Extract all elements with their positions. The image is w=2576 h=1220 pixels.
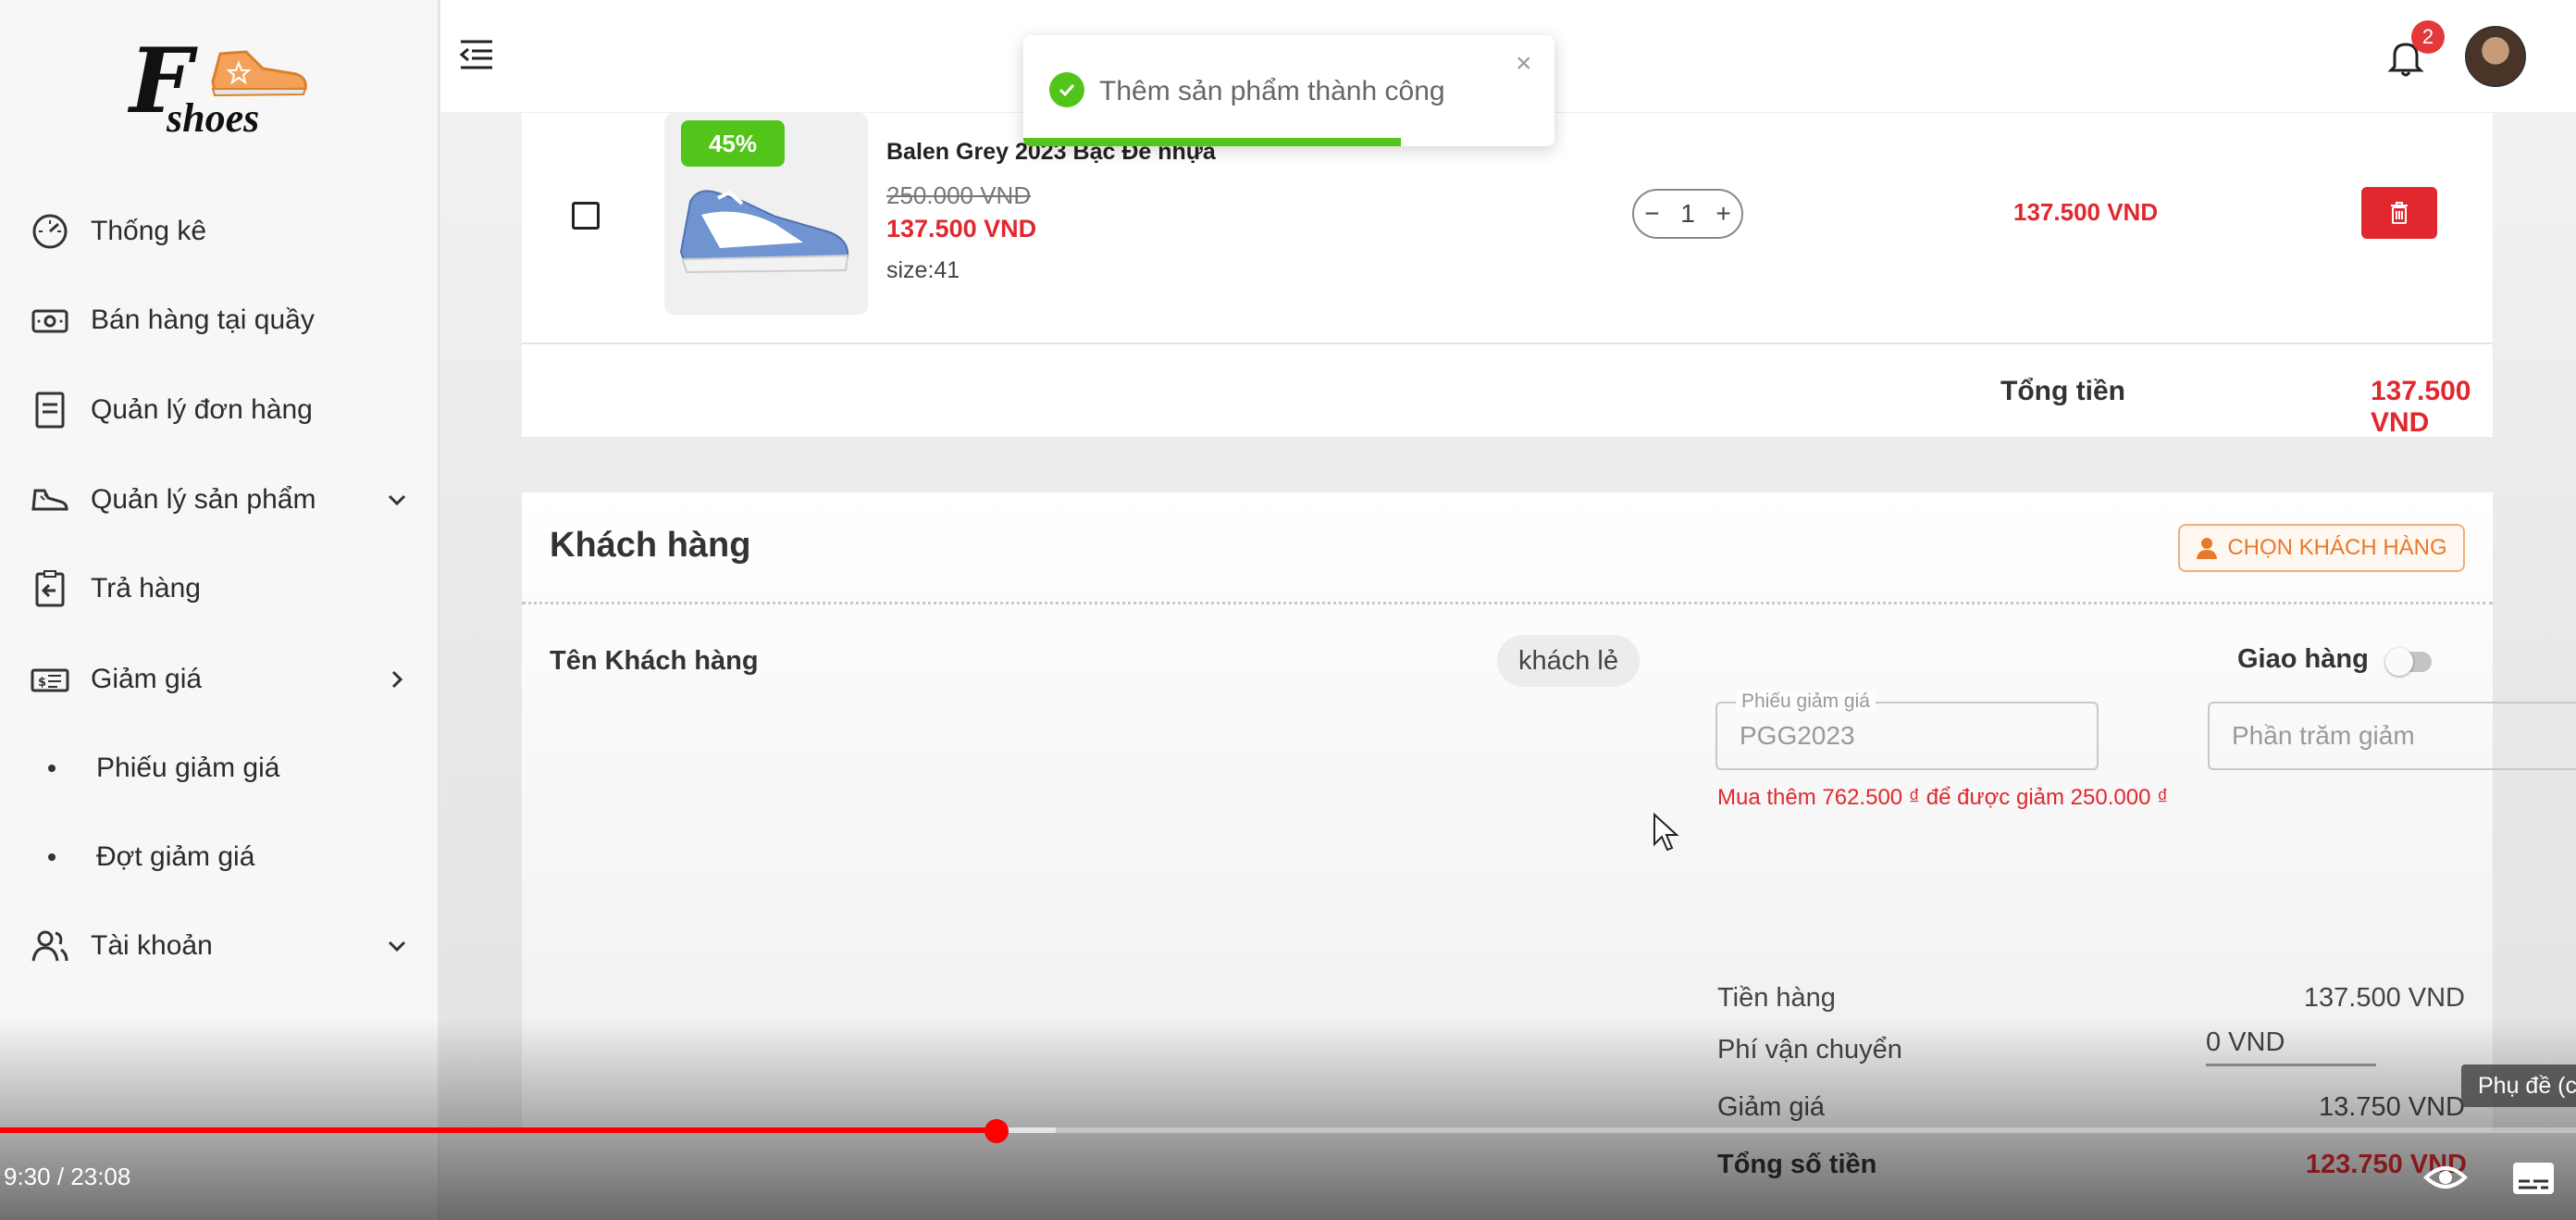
- sidebar-item-label: Trả hàng: [91, 573, 201, 604]
- divider: [522, 342, 2493, 344]
- quantity-decrease-button[interactable]: −: [1644, 199, 1659, 229]
- toast-progress-bar: [1023, 138, 1401, 146]
- sidebar-item-label: Bán hàng tại quầy: [91, 305, 315, 335]
- sidebar-item-label: Quản lý đơn hàng: [91, 394, 313, 425]
- sidebar-item-label: Tài khoản: [91, 930, 213, 961]
- video-played-bar: [0, 1127, 997, 1133]
- toast-message: Thêm sản phẩm thành công: [1099, 76, 1445, 106]
- check-circle-icon: [1049, 72, 1084, 107]
- eye-icon[interactable]: [2422, 1157, 2469, 1198]
- voucher-hint: Mua thêm 762.500 ₫ để được giảm 250.000 …: [1717, 785, 2169, 810]
- cart-card: 45% Balen Grey 2023 Bạc Đế nhựa 250.000 …: [522, 113, 2493, 438]
- delete-item-button[interactable]: [2361, 187, 2437, 239]
- line-total: 137.500 VND: [2013, 198, 2159, 226]
- item-select-checkbox[interactable]: [572, 202, 600, 230]
- sidebar-subitem-dot-giam-gia[interactable]: Đợt giảm giá: [0, 820, 440, 894]
- sidebar-item-giam-gia[interactable]: $ Giảm giá: [0, 642, 440, 716]
- logo-word: shoes: [167, 95, 260, 141]
- mouse-cursor-icon: [1653, 813, 1679, 852]
- chevron-down-icon: [388, 940, 406, 952]
- cart-total-value: 137.500 VND: [2371, 376, 2471, 438]
- sidebar-item-quan-ly-don-hang[interactable]: Quản lý đơn hàng: [0, 373, 440, 447]
- main-content: 45% Balen Grey 2023 Bạc Đế nhựa 250.000 …: [440, 113, 2576, 1131]
- shipping-fee-input[interactable]: 0 VND: [2206, 1022, 2376, 1066]
- customer-name-label: Tên Khách hàng: [550, 646, 759, 676]
- sidebar-item-label: Thống kê: [91, 216, 207, 246]
- quantity-stepper: − 1 +: [1632, 189, 1743, 239]
- discount-badge: 45%: [681, 120, 785, 167]
- original-price: 250.000 VND: [886, 181, 1032, 209]
- video-timecode: 9:30 / 23:08: [4, 1163, 131, 1190]
- captions-tooltip: Phụ đề (c: [2461, 1064, 2576, 1107]
- customer-section-title: Khách hàng: [550, 526, 751, 565]
- avatar[interactable]: [2465, 26, 2526, 87]
- discount-label: Giảm giá: [1717, 1092, 1826, 1122]
- sidebar-item-label: Đợt giảm giá: [96, 841, 255, 872]
- sidebar-item-ban-hang-tai-quay[interactable]: Bán hàng tại quầy: [0, 283, 440, 357]
- grand-total-label: Tổng số tiền: [1717, 1150, 1877, 1179]
- subtotal-value: 137.500 VND: [2303, 983, 2465, 1013]
- dashboard-gauge-icon: [32, 214, 68, 249]
- trash-icon: [2391, 202, 2408, 224]
- sidebar-item-thong-ke[interactable]: Thống kê: [0, 194, 440, 268]
- shoe-icon: [31, 489, 68, 511]
- quantity-value[interactable]: 1: [1680, 199, 1695, 229]
- customer-card: Khách hàng CHỌN KHÁCH HÀNG Tên Khách hàn…: [522, 492, 2576, 1131]
- voucher-input[interactable]: [1717, 703, 2097, 768]
- shipping-toggle[interactable]: [2385, 648, 2432, 676]
- bullet-dot: [48, 765, 56, 772]
- sidebar-item-label: Giảm giá: [91, 664, 203, 694]
- fshoes-logo[interactable]: F shoes: [130, 37, 315, 141]
- discount-value: 13.750 VND: [2319, 1092, 2465, 1122]
- sidebar: F shoes Thống kê Bán hàng tại quầy Quản …: [0, 0, 440, 1220]
- sidebar-item-quan-ly-san-pham[interactable]: Quản lý sản phẩm: [0, 463, 440, 537]
- shipping-fee-label: Phí vận chuyển: [1717, 1035, 1902, 1064]
- sidebar-item-tra-hang[interactable]: Trả hàng: [0, 552, 440, 626]
- chevron-right-icon: [391, 670, 403, 689]
- quantity-increase-button[interactable]: +: [1715, 199, 1730, 229]
- bullet-dot: [48, 853, 56, 861]
- notification-badge: 2: [2411, 20, 2445, 54]
- collapse-menu-icon[interactable]: [459, 39, 494, 70]
- discount-ticket-icon: $: [31, 668, 69, 692]
- cart-total-label: Tổng tiền: [2000, 376, 2125, 406]
- users-icon: [31, 930, 68, 962]
- voucher-field-label: Phiếu giảm giá: [1736, 691, 1876, 713]
- return-icon: [35, 570, 65, 607]
- sidebar-item-label: Quản lý sản phẩm: [91, 484, 316, 515]
- subtotal-label: Tiền hàng: [1717, 983, 1836, 1013]
- sidebar-item-label: Phiếu giảm giá: [96, 753, 280, 783]
- logo-shoe-icon: [211, 50, 307, 97]
- sale-price: 137.500 VND: [886, 215, 1037, 243]
- document-icon: [35, 392, 65, 429]
- choose-customer-label: CHỌN KHÁCH HÀNG: [2227, 535, 2447, 560]
- percent-field: [2208, 702, 2576, 770]
- shipping-toggle-label: Giao hàng: [2237, 644, 2369, 674]
- success-toast: Thêm sản phẩm thành công ×: [1023, 35, 1554, 146]
- sidebar-subitem-phieu-giam-gia[interactable]: Phiếu giảm giá: [0, 731, 440, 805]
- cash-icon: [31, 309, 68, 333]
- percent-discount-input[interactable]: [2210, 703, 2576, 768]
- voucher-field: Phiếu giảm giá: [1715, 691, 2099, 770]
- video-progress-track[interactable]: [0, 1127, 2576, 1133]
- toast-close-icon[interactable]: ×: [1516, 48, 1532, 80]
- video-scrubber-handle[interactable]: [985, 1119, 1009, 1143]
- product-size: size:41: [886, 257, 960, 283]
- person-icon: [2197, 538, 2218, 559]
- svg-text:$: $: [38, 676, 46, 690]
- subtitles-icon[interactable]: [2511, 1161, 2556, 1196]
- choose-customer-button[interactable]: CHỌN KHÁCH HÀNG: [2178, 524, 2465, 572]
- dotted-divider: [522, 602, 2493, 604]
- sidebar-item-tai-khoan[interactable]: Tài khoản: [0, 909, 440, 983]
- chevron-down-icon: [388, 494, 406, 506]
- customer-name-chip[interactable]: khách lẻ: [1497, 635, 1640, 687]
